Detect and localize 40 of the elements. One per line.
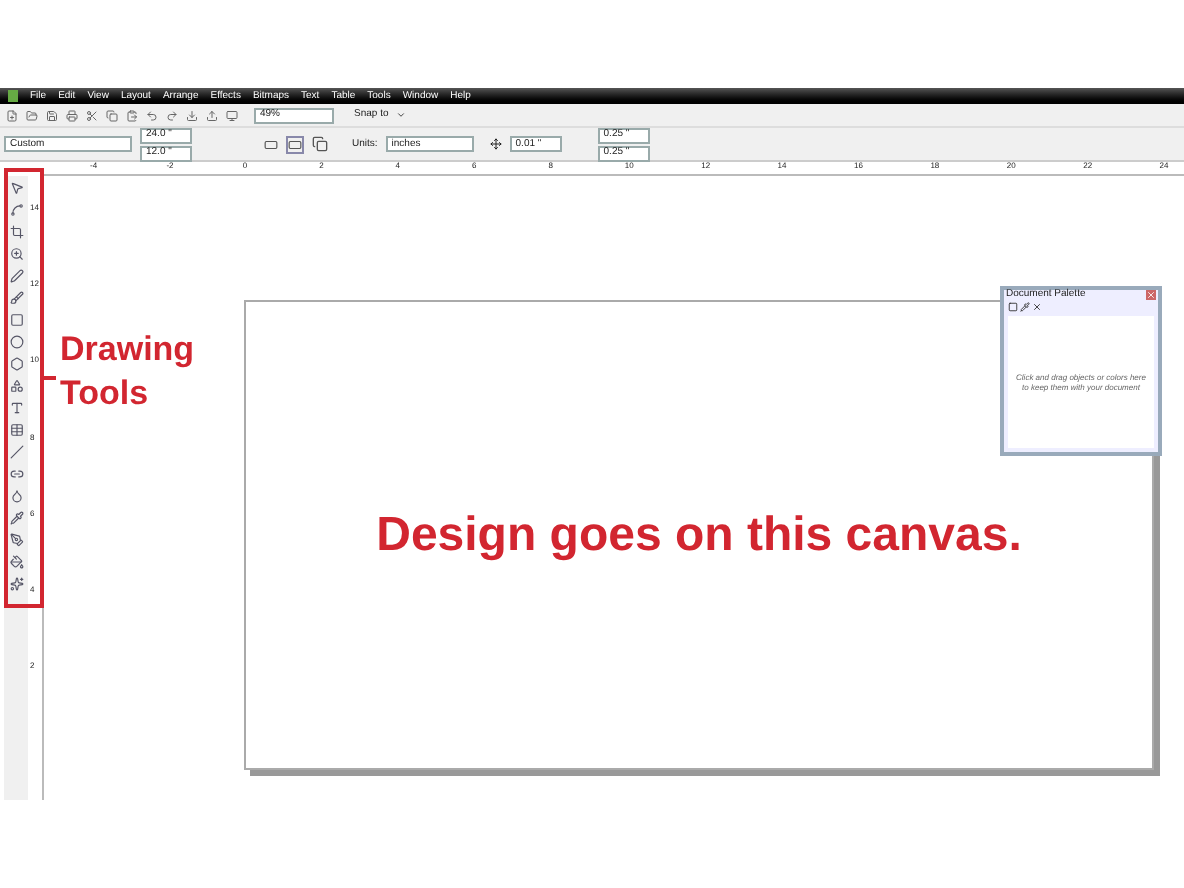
open-icon[interactable] [26,109,38,121]
polygon-tool-icon[interactable] [9,356,23,372]
brush-tool-icon[interactable] [9,290,23,306]
portrait-icon[interactable] [264,137,278,151]
rectangle-tool-icon[interactable] [9,312,23,328]
caret-icon[interactable] [396,110,407,120]
canvas-annotation: Design goes on this canvas. [376,505,1022,565]
pick-tool-icon[interactable] [9,180,23,196]
copy-icon[interactable] [106,109,118,121]
zoom-tool-icon[interactable] [9,246,23,262]
table-tool-icon[interactable] [9,422,23,438]
connector-tool-icon[interactable] [9,466,23,482]
landscape-icon[interactable] [286,135,304,153]
crop-tool-icon[interactable] [9,224,23,240]
page-layout-icon[interactable] [312,136,328,152]
eyedropper-tool-icon[interactable] [9,510,23,526]
nudge-icon [489,138,502,150]
close-icon[interactable] [1146,290,1156,300]
freehand-tool-icon[interactable] [9,268,23,284]
fill-tool-icon[interactable] [9,554,23,570]
ellipse-tool-icon[interactable] [9,334,23,350]
line-tool-icon[interactable] [9,444,23,460]
outline-tool-icon[interactable] [9,532,23,548]
new-icon[interactable] [6,109,18,121]
toolbox-annotation: Drawing Tools [60,328,197,416]
save-icon[interactable] [46,109,58,121]
export-icon[interactable] [206,109,218,121]
import-icon[interactable] [186,109,198,121]
display-icon[interactable] [226,109,238,121]
shape-tool-icon[interactable] [9,202,23,218]
shapes-tool-icon[interactable] [9,378,23,394]
cut-icon[interactable] [86,109,98,121]
app-icon [8,90,18,102]
paste-icon[interactable] [126,109,138,121]
eyedropper-icon[interactable] [1020,302,1030,312]
palette-menu-icon[interactable] [1008,302,1018,312]
undo-icon[interactable] [146,109,158,121]
print-icon[interactable] [66,109,78,121]
redo-icon[interactable] [166,109,178,121]
text-tool-icon[interactable] [9,400,23,416]
